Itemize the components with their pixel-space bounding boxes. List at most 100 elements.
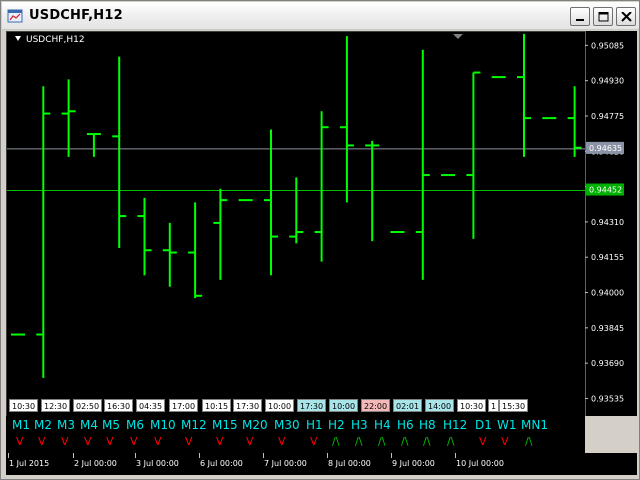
trend-down-indicator: V xyxy=(246,435,254,448)
timeframe-label: M20 xyxy=(242,418,268,432)
price-axis-label: 0.94155 xyxy=(591,253,624,262)
timeframe-label: M6 xyxy=(126,418,144,432)
time-axis-label: 2 Jul 00:00 xyxy=(74,459,117,468)
ohlc-bar xyxy=(289,177,304,244)
title-bar[interactable]: USDCHF,H12 xyxy=(2,2,639,30)
time-axis-tick xyxy=(391,453,392,458)
trend-up-indicator: /\ xyxy=(423,435,431,448)
price-axis-label: 0.93690 xyxy=(591,359,624,368)
trend-up-indicator: /\ xyxy=(401,435,409,448)
time-axis-label: 9 Jul 00:00 xyxy=(392,459,435,468)
timeframe-trend-panel: M1 V M2 V M3 V M4 V M5 V M6 V M10 V M12 V M15 V M20 V M30 V H1… xyxy=(6,416,585,453)
minimize-button[interactable] xyxy=(570,7,590,26)
trend-up-indicator: /\ xyxy=(332,435,340,448)
ohlc-bar xyxy=(314,111,329,262)
price-axis-scale: 0.950850.949300.947750.946200.944650.943… xyxy=(585,31,624,416)
time-axis-label: 10 Jul 00:00 xyxy=(456,459,504,468)
timeframe-label: M30 xyxy=(274,418,300,432)
trend-down-indicator: V xyxy=(479,435,487,448)
chart-shift-marker-icon xyxy=(453,34,463,39)
price-axis-label: 0.93535 xyxy=(591,394,624,403)
ohlc-bar xyxy=(112,56,127,248)
session-time-box: 16:30 xyxy=(104,399,134,412)
timeframe-label: H2 xyxy=(328,418,345,432)
timeframe-label: H1 xyxy=(306,418,323,432)
session-time-box: 17:30 xyxy=(233,399,263,412)
time-axis-tick xyxy=(263,453,264,458)
trend-down-indicator: V xyxy=(185,435,193,448)
timeframe-label: M12 xyxy=(181,418,207,432)
ohlc-bar xyxy=(517,33,531,157)
ohlc-bar xyxy=(137,197,152,276)
trend-down-indicator: V xyxy=(38,435,46,448)
session-time-box: 10:00 xyxy=(329,399,359,412)
time-axis-label: 8 Jul 00:00 xyxy=(328,459,371,468)
trend-down-indicator: V xyxy=(154,435,162,448)
timeframe-label: W1 xyxy=(497,418,517,432)
trend-down-indicator: V xyxy=(84,435,92,448)
price-axis-label: 0.94310 xyxy=(591,218,624,227)
price-axis-label: 0.93845 xyxy=(591,324,624,333)
trend-down-indicator: V xyxy=(106,435,114,448)
session-time-box: 10:30 xyxy=(457,399,487,412)
terminal-window: USDCHF,H12 USDCHF,H12 0.95085 0.94930 0.94… xyxy=(0,0,640,480)
session-time-box: 1 xyxy=(488,399,500,412)
trend-down-indicator: V xyxy=(61,435,69,448)
timeframe-label: H8 xyxy=(419,418,436,432)
ohlc-bar xyxy=(264,129,278,276)
session-time-box: 22:00 xyxy=(361,399,391,412)
ohlc-bar xyxy=(86,133,101,157)
session-time-box: 10:00 xyxy=(265,399,295,412)
time-axis-label: 7 Jul 00:00 xyxy=(264,459,307,468)
ohlc-bar xyxy=(162,222,177,287)
session-time-box: 02:01 xyxy=(393,399,423,412)
timeframe-label: D1 xyxy=(475,418,492,432)
ohlc-bar xyxy=(466,71,481,239)
session-time-box: 17:00 xyxy=(169,399,199,412)
ohlc-bar xyxy=(415,49,430,280)
maximize-icon xyxy=(598,12,609,22)
session-time-box: 17:30 xyxy=(297,399,327,412)
close-button[interactable] xyxy=(616,7,636,26)
ohlc-bar xyxy=(36,86,51,378)
price-axis-label: 0.94930 xyxy=(591,77,624,86)
session-time-box: 02:50 xyxy=(73,399,103,412)
timeframe-label: M3 xyxy=(57,418,75,432)
timeframe-label: H4 xyxy=(374,418,391,432)
minimize-icon xyxy=(576,19,584,21)
time-axis-tick xyxy=(199,453,200,458)
timeframe-label: H12 xyxy=(443,418,468,432)
time-axis-tick xyxy=(327,453,328,458)
ohlc-bar xyxy=(339,36,354,203)
ask-price-label: 0.94452 xyxy=(589,186,622,195)
bid-price-label: 0.94635 xyxy=(589,144,622,153)
price-axis[interactable]: 0.950850.949300.947750.946200.944650.943… xyxy=(585,31,637,416)
trend-up-indicator: /\ xyxy=(378,435,386,448)
ohlc-bar xyxy=(61,79,76,157)
time-axis-label: 3 Jul 00:00 xyxy=(136,459,179,468)
trend-down-indicator: V xyxy=(278,435,286,448)
price-axis-label: 0.95085 xyxy=(591,41,624,50)
session-time-box: 12:30 xyxy=(41,399,71,412)
session-time-box: 10:15 xyxy=(202,399,232,412)
trend-down-indicator: V xyxy=(310,435,318,448)
timeframe-label: MN1 xyxy=(521,418,548,432)
session-time-box: 10:30 xyxy=(9,399,39,412)
trend-up-indicator: /\ xyxy=(525,435,533,448)
trend-down-indicator: V xyxy=(130,435,138,448)
time-axis-tick xyxy=(135,453,136,458)
session-time-box: 15:30 xyxy=(499,399,529,412)
maximize-button[interactable] xyxy=(593,7,613,26)
chart-window-icon xyxy=(7,9,23,23)
close-icon xyxy=(621,12,632,22)
trend-down-indicator: V xyxy=(501,435,509,448)
timeframe-label: M5 xyxy=(102,418,120,432)
timeframe-label: M4 xyxy=(80,418,98,432)
time-axis[interactable]: 1 Jul 2015 2 Jul 00:00 3 Jul 00:00 6 Jul 00… xyxy=(6,453,637,475)
trend-down-indicator: V xyxy=(16,435,24,448)
price-chart[interactable]: USDCHF,H12 xyxy=(6,31,586,416)
time-axis-label: 6 Jul 00:00 xyxy=(200,459,243,468)
time-axis-tick xyxy=(73,453,74,458)
ohlc-plot xyxy=(7,33,586,378)
timeframe-label: H3 xyxy=(351,418,368,432)
